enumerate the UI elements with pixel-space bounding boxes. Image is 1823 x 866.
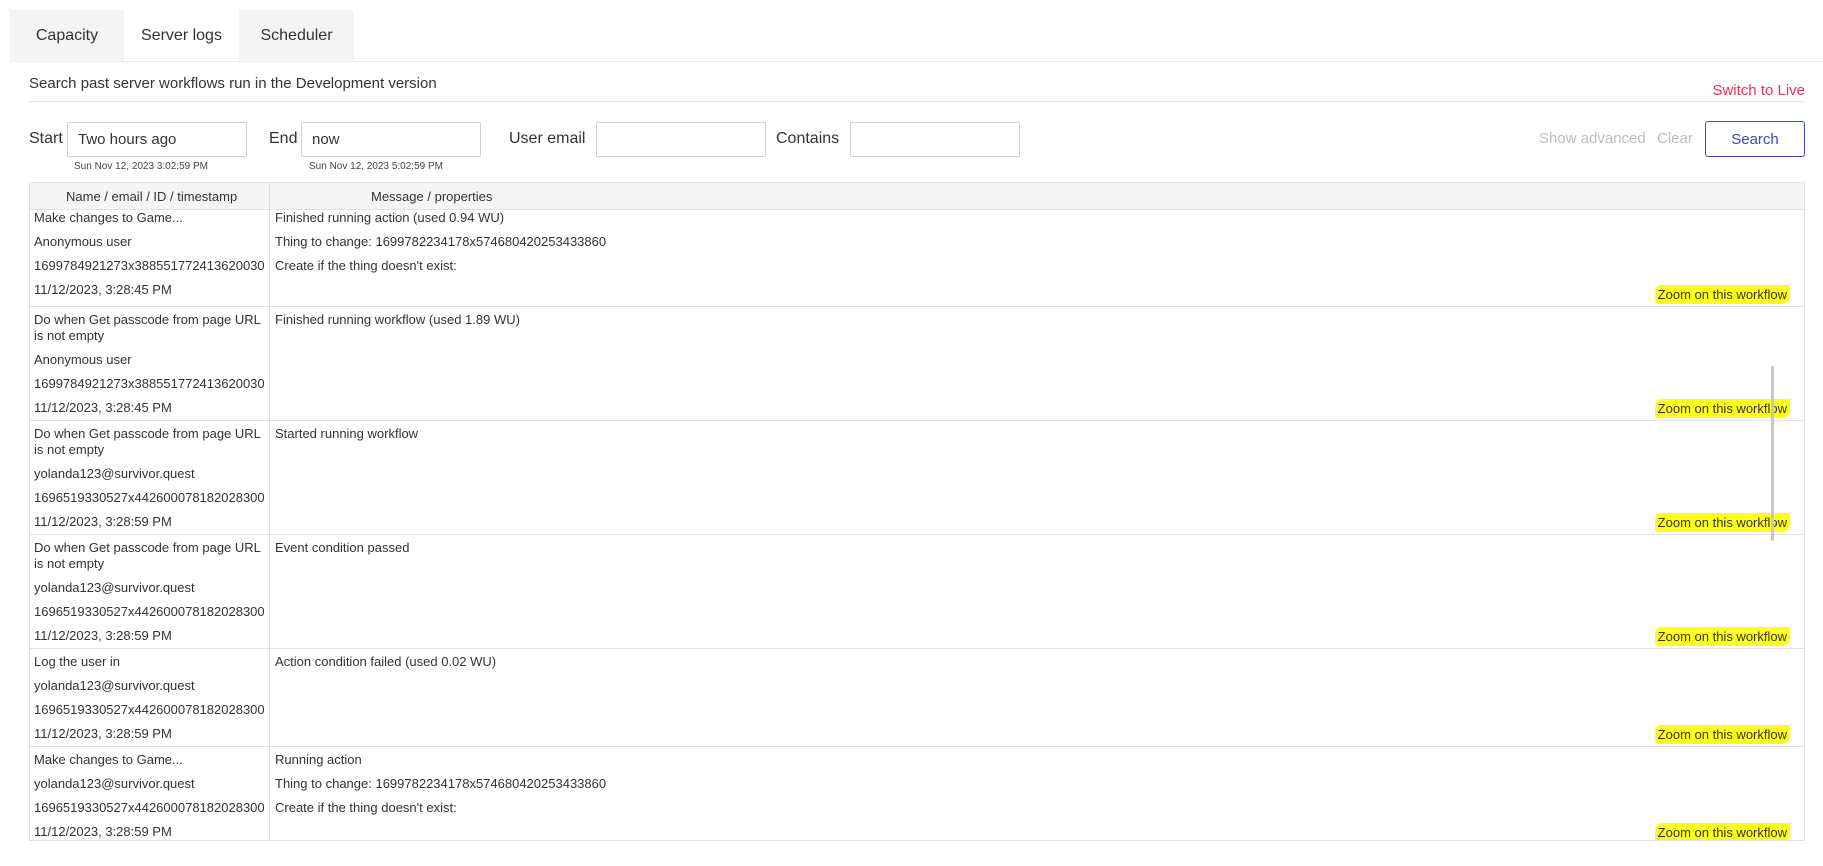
timestamp: 11/12/2023, 3:28:59 PM xyxy=(34,726,172,741)
row-meta: Do when Get passcode from page URL is no… xyxy=(34,540,265,652)
user-email: yolanda123@survivor.quest xyxy=(34,580,195,595)
table-row: Make changes to Game... yolanda123@survi… xyxy=(30,747,1804,840)
table-row: Log the user in yolanda123@survivor.ques… xyxy=(30,649,1804,747)
workflow-name: Log the user in xyxy=(34,654,121,669)
logs-table: Name / email / ID / timestamp Message / … xyxy=(29,182,1805,841)
message-text: Action condition failed (used 0.02 WU) xyxy=(275,654,497,669)
workflow-id: 1696519330527x442600078182028300 xyxy=(34,702,265,717)
message-text: Finished running workflow (used 1.89 WU) xyxy=(275,312,520,327)
row-meta: Make changes to Game... yolanda123@survi… xyxy=(34,752,265,840)
workflow-name: Make changes to Game... xyxy=(34,210,183,225)
workflow-id: 1696519330527x442600078182028300 xyxy=(34,604,265,619)
zoom-workflow-link[interactable]: Zoom on this workflow xyxy=(1654,823,1790,840)
workflow-name: Do when Get passcode from page URL is no… xyxy=(34,426,261,457)
end-input[interactable]: now xyxy=(301,122,481,157)
page-description: Search past server workflows run in the … xyxy=(29,75,437,92)
workflow-name: Do when Get passcode from page URL is no… xyxy=(34,312,261,343)
row-message: Event condition passed xyxy=(275,540,409,564)
message-property: Thing to change: 1699782234178x574680420… xyxy=(275,234,607,249)
column-header-message: Message / properties xyxy=(371,189,493,204)
contains-input[interactable] xyxy=(850,122,1020,157)
workflow-id: 1696519330527x442600078182028300 xyxy=(34,490,265,505)
workflow-id: 1699784921273x388551772413620030 xyxy=(34,376,265,391)
table-header: Name / email / ID / timestamp Message / … xyxy=(30,183,1804,210)
row-meta: Do when Get passcode from page URL is no… xyxy=(34,426,265,538)
workflow-id: 1699784921273x388551772413620030 xyxy=(34,258,265,273)
message-text: Started running workflow xyxy=(275,426,419,441)
switch-to-live-link[interactable]: Switch to Live xyxy=(1712,82,1805,99)
user-name: Anonymous user xyxy=(34,352,132,367)
zoom-workflow-link[interactable]: Zoom on this workflow xyxy=(1654,725,1790,744)
user-email-input[interactable] xyxy=(596,122,766,157)
end-label: End xyxy=(269,130,298,147)
timestamp: 11/12/2023, 3:28:45 PM xyxy=(34,282,172,297)
show-advanced-button[interactable]: Show advanced xyxy=(1539,130,1646,147)
row-message: Action condition failed (used 0.02 WU) xyxy=(275,654,496,678)
tab-bar: Capacity Server logs Scheduler xyxy=(10,10,354,61)
row-message: Finished running action (used 0.94 WU) T… xyxy=(275,210,606,282)
user-email: yolanda123@survivor.quest xyxy=(34,466,195,481)
zoom-workflow-link[interactable]: Zoom on this workflow xyxy=(1654,627,1790,646)
row-message: Running action Thing to change: 16997822… xyxy=(275,752,606,824)
table-row: Do when Get passcode from page URL is no… xyxy=(30,307,1804,421)
scrollbar-thumb[interactable] xyxy=(1771,366,1774,541)
table-scrollbar[interactable] xyxy=(1771,184,1774,839)
tab-scheduler[interactable]: Scheduler xyxy=(239,10,354,61)
tab-capacity[interactable]: Capacity xyxy=(10,10,124,61)
zoom-workflow-link[interactable]: Zoom on this workflow xyxy=(1654,285,1790,304)
divider xyxy=(29,101,1805,102)
row-message: Finished running workflow (used 1.89 WU) xyxy=(275,312,520,336)
row-message: Started running workflow xyxy=(275,426,418,450)
table-row: Do when Get passcode from page URL is no… xyxy=(30,535,1804,649)
message-text: Finished running action (used 0.94 WU) xyxy=(275,210,505,225)
message-text: Event condition passed xyxy=(275,540,410,555)
end-timestamp: Sun Nov 12, 2023 5:02:59 PM xyxy=(309,161,443,172)
clear-button[interactable]: Clear xyxy=(1657,130,1693,147)
workflow-name: Do when Get passcode from page URL is no… xyxy=(34,540,261,571)
start-timestamp: Sun Nov 12, 2023 3:02:59 PM xyxy=(74,161,208,172)
start-input[interactable]: Two hours ago xyxy=(67,122,247,157)
timestamp: 11/12/2023, 3:28:59 PM xyxy=(34,824,172,839)
workflow-id: 1696519330527x442600078182028300 xyxy=(34,800,265,815)
contains-label: Contains xyxy=(776,130,840,147)
message-property: Thing to change: 1699782234178x574680420… xyxy=(275,776,607,791)
tab-server-logs[interactable]: Server logs xyxy=(124,10,239,61)
zoom-workflow-link[interactable]: Zoom on this workflow xyxy=(1654,399,1790,418)
user-email-label: User email xyxy=(509,130,586,147)
workflow-name: Make changes to Game... xyxy=(34,752,183,767)
row-meta: Log the user in yolanda123@survivor.ques… xyxy=(34,654,265,750)
user-name: Anonymous user xyxy=(34,234,132,249)
row-meta: Make changes to Game... Anonymous user 1… xyxy=(34,210,265,306)
timestamp: 11/12/2023, 3:28:45 PM xyxy=(34,400,172,415)
zoom-workflow-link[interactable]: Zoom on this workflow xyxy=(1654,513,1790,532)
message-property: Create if the thing doesn't exist: xyxy=(275,258,457,273)
table-row: Make changes to Game... Anonymous user 1… xyxy=(30,210,1804,307)
table-row: Do when Get passcode from page URL is no… xyxy=(30,421,1804,535)
row-meta: Do when Get passcode from page URL is no… xyxy=(34,312,265,424)
user-email: yolanda123@survivor.quest xyxy=(34,678,195,693)
timestamp: 11/12/2023, 3:28:59 PM xyxy=(34,628,172,643)
message-text: Running action xyxy=(275,752,362,767)
message-property: Create if the thing doesn't exist: xyxy=(275,800,457,815)
user-email: yolanda123@survivor.quest xyxy=(34,776,195,791)
column-header-name: Name / email / ID / timestamp xyxy=(66,189,238,204)
timestamp: 11/12/2023, 3:28:59 PM xyxy=(34,514,172,529)
search-button[interactable]: Search xyxy=(1705,121,1805,157)
start-label: Start xyxy=(29,130,63,147)
